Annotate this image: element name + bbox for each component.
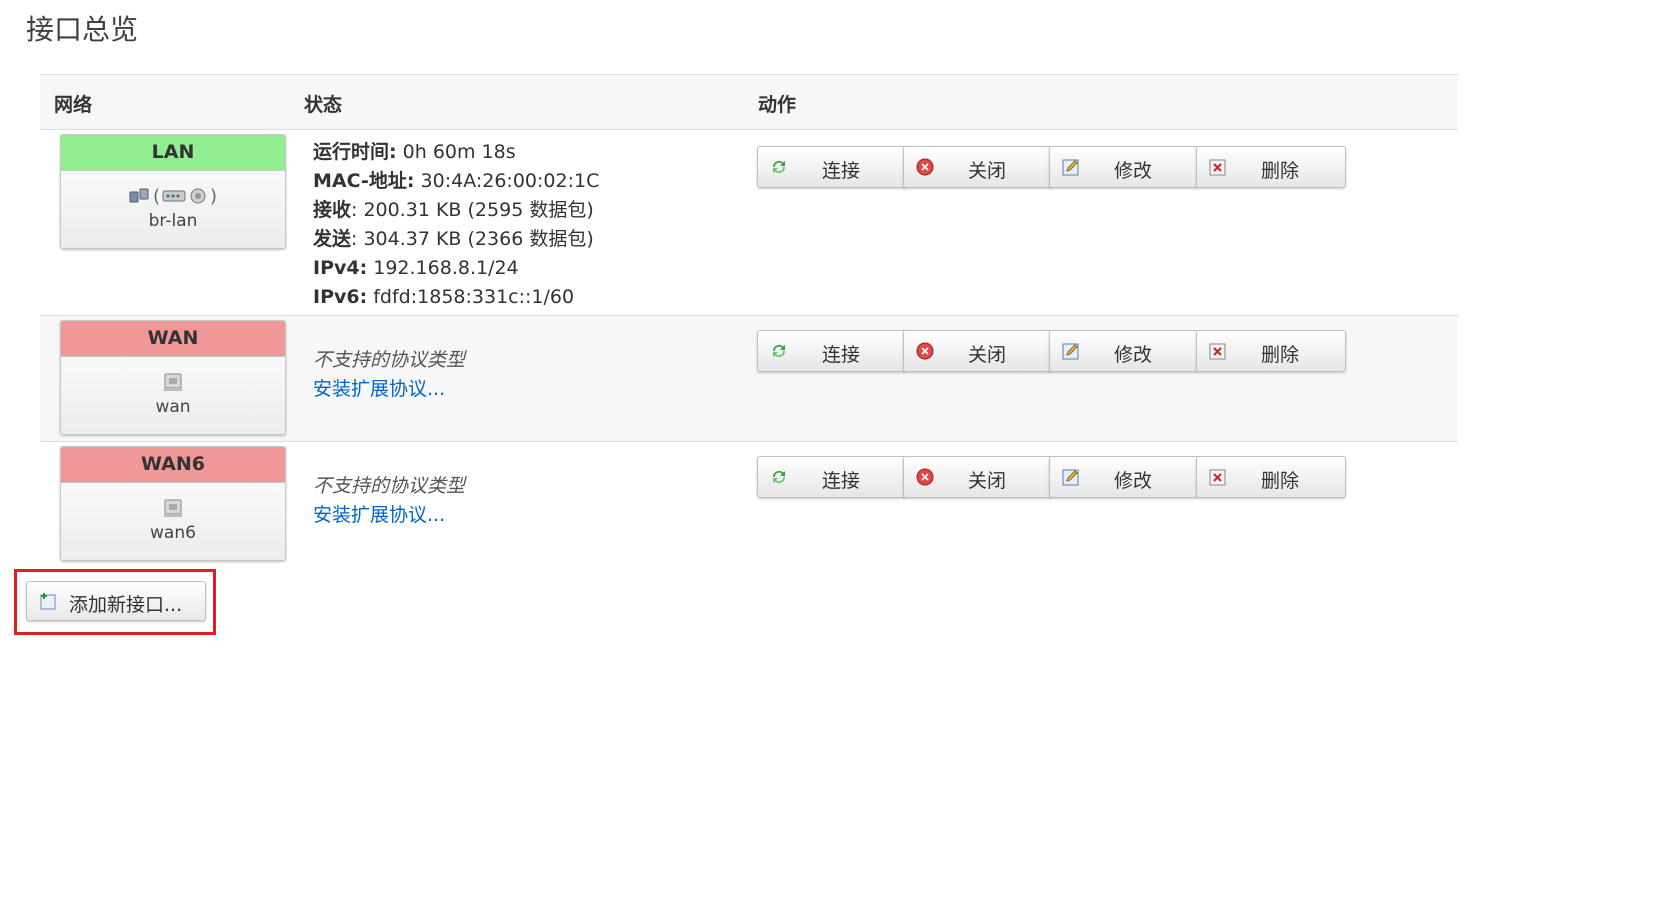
status-wan6: 不支持的协议类型 安装扩展协议...: [313, 472, 465, 530]
header-actions: 动作: [758, 94, 797, 116]
add-interface-button[interactable]: 添加新接口...: [26, 581, 206, 621]
edit-button-lan[interactable]: 修改: [1049, 146, 1199, 188]
switch-icon: [162, 190, 186, 202]
status-mac: MAC-地址: 30:4A:26:00:02:1C: [313, 170, 600, 192]
install-protocol-link[interactable]: 安装扩展协议...: [313, 375, 465, 404]
edit-icon: [1062, 343, 1079, 360]
edit-icon: [1062, 469, 1079, 486]
connect-button-wan[interactable]: 连接: [757, 330, 907, 372]
stop-button-wan6[interactable]: 关闭: [903, 456, 1053, 498]
ethernet-port-icon: [164, 499, 182, 517]
header-network: 网络: [54, 94, 93, 116]
table-row-wan: WAN wan 不支持的协议类型 安装扩展协议... 连接 关闭 修改 删除: [40, 316, 1458, 442]
status-wan: 不支持的协议类型 安装扩展协议...: [313, 346, 465, 404]
delete-icon: [1209, 343, 1226, 360]
bridge-icon: [129, 188, 149, 203]
status-ipv6: IPv6: fdfd:1858:331c::1/60: [313, 286, 575, 308]
table-row-wan6: WAN6 wan6 不支持的协议类型 安装扩展协议... 连接 关闭 修改 删除: [40, 442, 1458, 570]
stop-button-lan[interactable]: 关闭: [903, 146, 1053, 188]
open-paren: (: [152, 185, 160, 207]
bridge-icons: ( ): [61, 183, 285, 209]
header-status: 状态: [304, 94, 343, 116]
device-name: wan: [155, 397, 191, 417]
status-uptime: 运行时间: 0h 60m 18s: [313, 141, 516, 163]
interface-name: WAN6: [61, 447, 285, 483]
add-icon: [40, 593, 56, 610]
interface-badge-lan: LAN ( ) br-lan: [60, 134, 286, 249]
interface-badge-wan6: WAN6 wan6: [60, 446, 286, 561]
delete-button-wan[interactable]: 删除: [1196, 330, 1346, 372]
status-rx: 接收: 200.31 KB (2595 数据包): [313, 199, 594, 221]
device-name: wan6: [150, 523, 196, 543]
connect-button-lan[interactable]: 连接: [757, 146, 907, 188]
reload-icon: [772, 160, 786, 174]
interface-name: WAN: [61, 321, 285, 357]
ethernet-icons: [61, 369, 285, 395]
edit-button-wan6[interactable]: 修改: [1049, 456, 1199, 498]
unsupported-protocol-text: 不支持的协议类型: [313, 475, 466, 497]
page-title: 接口总览: [26, 13, 139, 46]
table-header: 网络 状态 动作: [40, 74, 1458, 130]
stop-icon: [916, 468, 934, 486]
delete-button-lan[interactable]: 删除: [1196, 146, 1346, 188]
wifi-icon: [190, 188, 206, 204]
table-row-lan: LAN ( ) br-lan 运行时间: 0h 60m 18s MAC-地址: …: [40, 130, 1458, 316]
delete-icon: [1209, 159, 1226, 176]
interface-badge-wan: WAN wan: [60, 320, 286, 435]
stop-button-wan[interactable]: 关闭: [903, 330, 1053, 372]
close-paren: ): [210, 185, 218, 207]
connect-button-wan6[interactable]: 连接: [757, 456, 907, 498]
delete-button-wan6[interactable]: 删除: [1196, 456, 1346, 498]
interface-name: LAN: [61, 135, 285, 171]
unsupported-protocol-text: 不支持的协议类型: [313, 349, 466, 371]
delete-icon: [1209, 469, 1226, 486]
status-tx: 发送: 304.37 KB (2366 数据包): [313, 228, 594, 250]
stop-icon: [916, 342, 934, 360]
reload-icon: [772, 344, 786, 358]
edit-icon: [1062, 159, 1079, 176]
ethernet-icons: [61, 495, 285, 521]
edit-button-wan[interactable]: 修改: [1049, 330, 1199, 372]
interface-table: 网络 状态 动作 LAN ( ) br-lan 运行时间: 0h 60m 18s…: [40, 74, 1458, 570]
status-lan: 运行时间: 0h 60m 18s MAC-地址: 30:4A:26:00:02:…: [313, 138, 599, 312]
install-protocol-link[interactable]: 安装扩展协议...: [313, 501, 465, 530]
stop-icon: [916, 158, 934, 176]
status-ipv4: IPv4: 192.168.8.1/24: [313, 257, 519, 279]
reload-icon: [772, 470, 786, 484]
ethernet-port-icon: [164, 373, 182, 391]
device-name: br-lan: [148, 211, 198, 231]
